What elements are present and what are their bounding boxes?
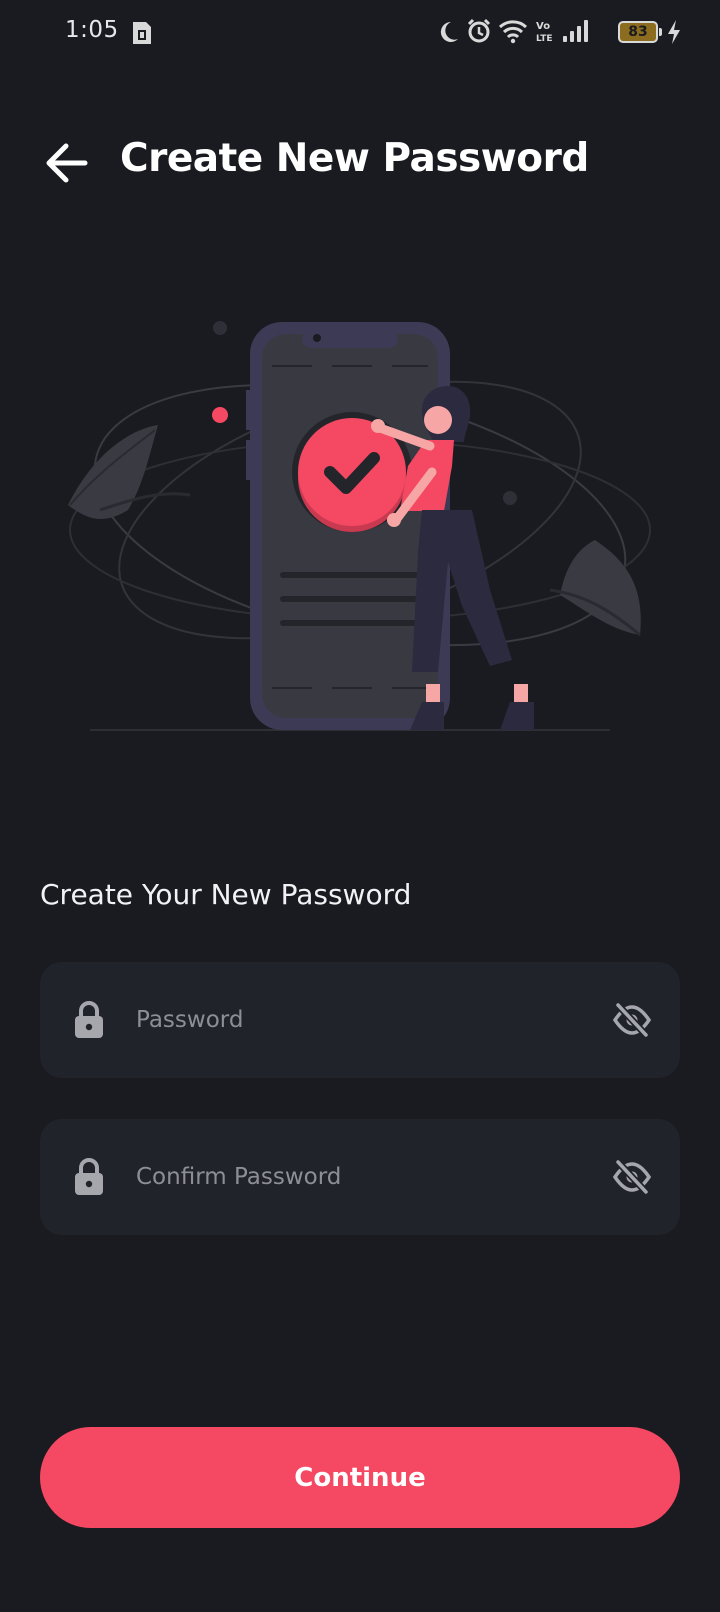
alarm-icon xyxy=(467,18,491,43)
svg-text:LTE: LTE xyxy=(536,34,553,44)
header: Create New Password xyxy=(0,120,720,206)
lock-icon xyxy=(75,1158,103,1195)
arrow-left-icon[interactable] xyxy=(42,140,92,186)
security-illustration xyxy=(68,321,651,731)
battery-icon: 83 xyxy=(618,21,662,43)
eye-off-icon[interactable] xyxy=(612,1000,652,1040)
lock-icon xyxy=(75,1001,103,1038)
wifi-icon xyxy=(498,20,528,44)
signal-icon xyxy=(563,20,588,42)
status-bar: 1:05 Vo LTE 83 xyxy=(0,0,720,66)
svg-text:Vo: Vo xyxy=(536,21,550,32)
eye-off-icon[interactable] xyxy=(612,1157,652,1197)
confirm-password-field[interactable] xyxy=(40,1119,680,1235)
charging-icon xyxy=(668,20,680,44)
volte-icon: Vo LTE xyxy=(536,21,553,44)
form-section-title: Create Your New Password xyxy=(40,878,412,911)
confirm-password-input[interactable] xyxy=(136,1147,576,1207)
battery-level: 83 xyxy=(628,24,648,40)
page-title: Create New Password xyxy=(120,136,589,181)
password-field[interactable] xyxy=(40,962,680,1078)
continue-button[interactable]: Continue xyxy=(40,1427,680,1528)
password-input[interactable] xyxy=(136,990,576,1050)
moon-icon xyxy=(440,21,458,42)
status-time: 1:05 xyxy=(65,17,119,43)
sim-card-icon xyxy=(133,22,151,44)
